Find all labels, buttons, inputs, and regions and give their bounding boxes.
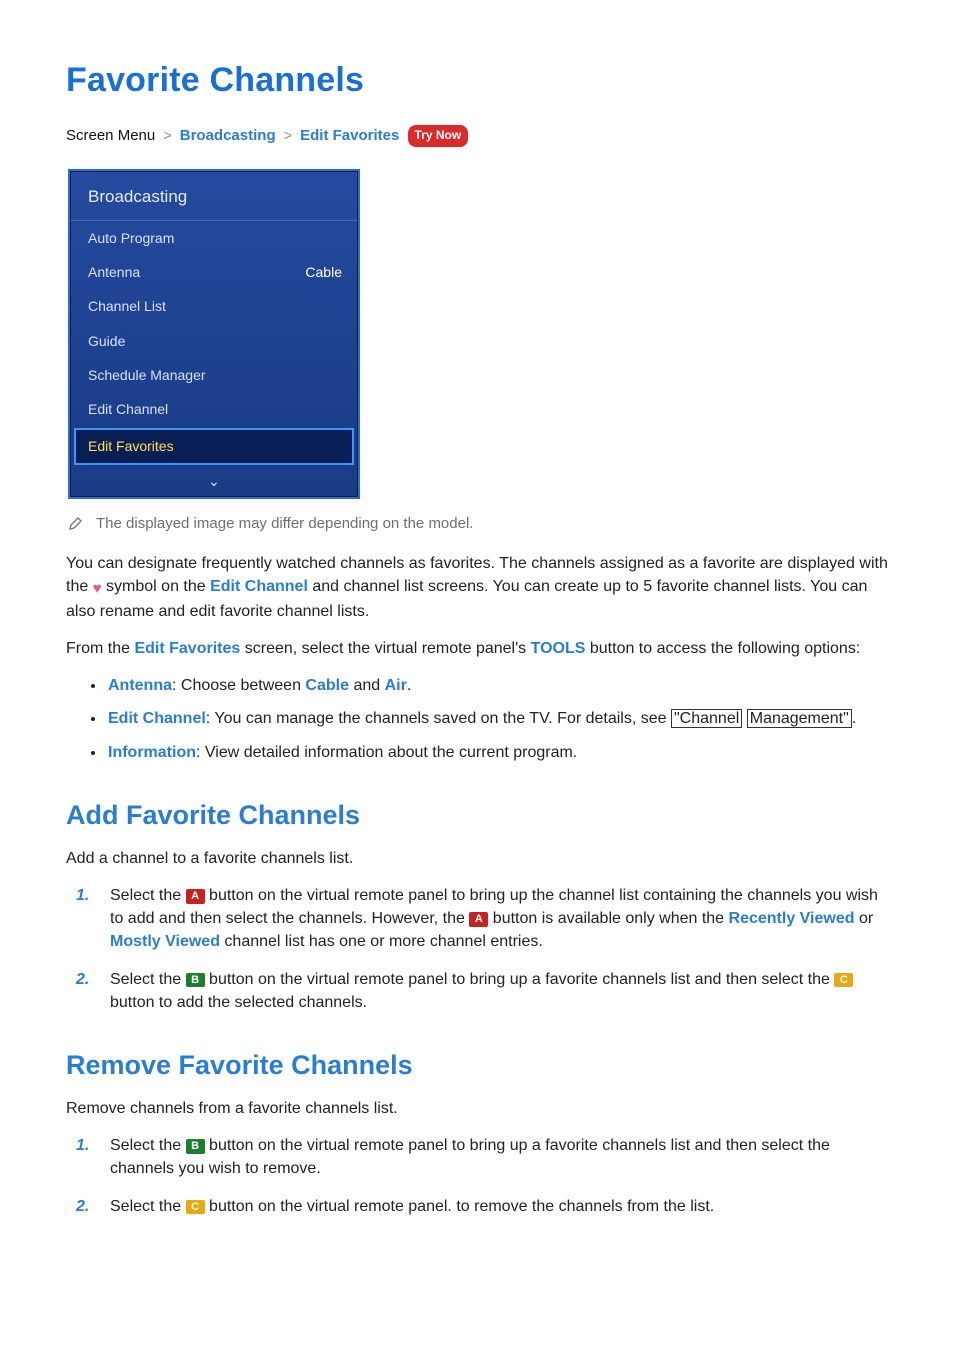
- page-title: Favorite Channels: [66, 56, 894, 105]
- text: screen, select the virtual remote panel'…: [245, 640, 531, 657]
- osd-item-guide[interactable]: Guide: [70, 324, 358, 358]
- text: Select the: [110, 887, 186, 904]
- list-item: Antenna: Choose between Cable and Air.: [106, 674, 894, 697]
- remove-intro: Remove channels from a favorite channels…: [66, 1097, 894, 1120]
- breadcrumb-edit-favorites[interactable]: Edit Favorites: [300, 127, 399, 144]
- add-favorite-channels-heading: Add Favorite Channels: [66, 796, 894, 835]
- remove-steps: Select the B button on the virtual remot…: [66, 1134, 894, 1218]
- information-term: Information: [108, 744, 196, 761]
- osd-item-label: Edit Favorites: [88, 438, 174, 454]
- remote-c-button-icon: C: [834, 973, 853, 988]
- text: Select the: [110, 1137, 186, 1154]
- air-term: Air: [385, 677, 407, 694]
- osd-item-value: Cable: [305, 262, 342, 282]
- osd-item-label: Auto Program: [88, 228, 174, 248]
- edit-channel-term: Edit Channel: [108, 710, 206, 727]
- step-item: Select the B button on the virtual remot…: [104, 1134, 894, 1180]
- text: .: [407, 677, 411, 694]
- intro-paragraph-1: You can designate frequently watched cha…: [66, 552, 894, 623]
- text: channel list has one or more channel ent…: [220, 933, 543, 950]
- list-item: Information: View detailed information a…: [106, 741, 894, 764]
- heart-icon: ♥: [93, 578, 102, 600]
- chevron-right-icon: >: [280, 127, 296, 143]
- text: Select the: [110, 1198, 186, 1215]
- text: or: [855, 910, 874, 927]
- osd-item-label: Antenna: [88, 262, 140, 282]
- remote-b-button-icon: B: [186, 1139, 205, 1154]
- text: and: [349, 677, 385, 694]
- note-text: The displayed image may differ depending…: [96, 513, 473, 535]
- osd-header: Broadcasting: [70, 171, 358, 221]
- edit-favorites-term: Edit Favorites: [134, 640, 240, 657]
- remote-a-button-icon: A: [186, 889, 205, 904]
- text: button on the virtual remote panel. to r…: [205, 1198, 715, 1215]
- add-intro: Add a channel to a favorite channels lis…: [66, 847, 894, 870]
- remote-a-button-icon: A: [469, 912, 488, 927]
- text: : View detailed information about the cu…: [196, 744, 577, 761]
- recently-viewed-term: Recently Viewed: [729, 910, 855, 927]
- text: button to add the selected channels.: [110, 994, 367, 1011]
- text: : Choose between: [172, 677, 305, 694]
- osd-broadcasting-panel: Broadcasting Auto Program Antenna Cable …: [68, 169, 360, 499]
- remove-favorite-channels-heading: Remove Favorite Channels: [66, 1046, 894, 1085]
- text: : You can manage the channels saved on t…: [206, 710, 671, 727]
- remote-b-button-icon: B: [186, 973, 205, 988]
- text: button on the virtual remote panel to br…: [205, 971, 835, 988]
- osd-item-schedule-manager[interactable]: Schedule Manager: [70, 358, 358, 392]
- osd-item-label: Schedule Manager: [88, 365, 206, 385]
- chevron-right-icon: >: [159, 127, 175, 143]
- text: button is available only when the: [488, 910, 728, 927]
- try-now-button[interactable]: Try Now: [408, 125, 469, 146]
- text: From the: [66, 640, 134, 657]
- remote-c-button-icon: C: [186, 1200, 205, 1215]
- add-steps: Select the A button on the virtual remot…: [66, 884, 894, 1014]
- model-may-differ-note: The displayed image may differ depending…: [68, 513, 894, 538]
- tools-options-list: Antenna: Choose between Cable and Air. E…: [66, 674, 894, 764]
- osd-item-label: Guide: [88, 331, 125, 351]
- pencil-icon: [68, 515, 84, 538]
- breadcrumb-broadcasting[interactable]: Broadcasting: [180, 127, 276, 144]
- text: Select the: [110, 971, 186, 988]
- intro-paragraph-2: From the Edit Favorites screen, select t…: [66, 637, 894, 660]
- osd-item-channel-list[interactable]: Channel List: [70, 289, 358, 323]
- list-item: Edit Channel: You can manage the channel…: [106, 707, 894, 730]
- text: .: [852, 710, 856, 727]
- step-item: Select the A button on the virtual remot…: [104, 884, 894, 954]
- osd-item-antenna[interactable]: Antenna Cable: [70, 255, 358, 289]
- mostly-viewed-term: Mostly Viewed: [110, 933, 220, 950]
- channel-management-link[interactable]: "Channel: [671, 709, 742, 728]
- step-item: Select the B button on the virtual remot…: [104, 968, 894, 1014]
- cable-term: Cable: [305, 677, 349, 694]
- step-item: Select the C button on the virtual remot…: [104, 1195, 894, 1218]
- text: button on the virtual remote panel to br…: [110, 1137, 830, 1177]
- tools-term: TOOLS: [531, 640, 586, 657]
- breadcrumb-root: Screen Menu: [66, 127, 155, 144]
- osd-item-label: Edit Channel: [88, 399, 168, 419]
- edit-channel-term: Edit Channel: [210, 578, 308, 595]
- osd-item-edit-channel[interactable]: Edit Channel: [70, 392, 358, 426]
- osd-item-edit-favorites-selected[interactable]: Edit Favorites: [74, 428, 354, 464]
- osd-item-label: Channel List: [88, 296, 166, 316]
- text: symbol on the: [106, 578, 210, 595]
- osd-item-auto-program[interactable]: Auto Program: [70, 221, 358, 255]
- text: button to access the following options:: [590, 640, 860, 657]
- channel-management-link[interactable]: Management": [747, 709, 852, 728]
- antenna-term: Antenna: [108, 677, 172, 694]
- breadcrumb: Screen Menu > Broadcasting > Edit Favori…: [66, 125, 894, 147]
- chevron-down-icon[interactable]: ⌄: [70, 469, 358, 497]
